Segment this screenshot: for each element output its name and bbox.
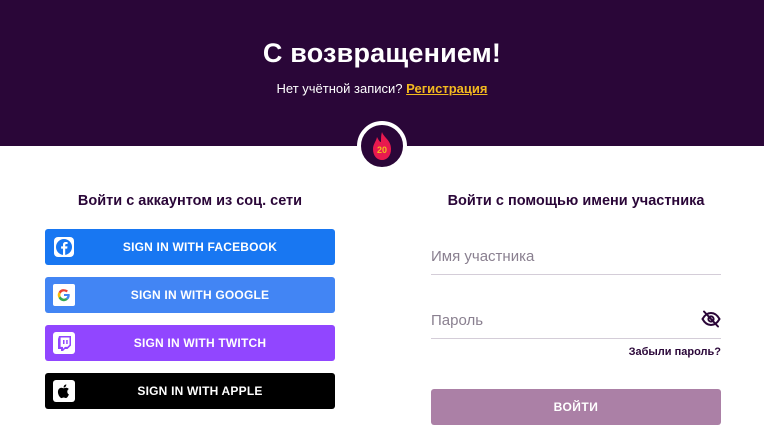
page-title: С возвращением!	[262, 38, 502, 68]
apple-signin-button[interactable]: SIGN IN WITH APPLE	[45, 373, 335, 409]
social-login-heading: Войти с аккаунтом из соц. сети	[77, 193, 303, 209]
facebook-signin-button[interactable]: SIGN IN WITH FACEBOOK	[45, 229, 335, 265]
apple-signin-label: SIGN IN WITH APPLE	[137, 384, 263, 398]
twitch-icon	[53, 332, 75, 354]
username-field	[431, 235, 721, 275]
forgot-password-link[interactable]: Забыли пароль?	[431, 346, 721, 358]
facebook-icon	[53, 236, 75, 258]
username-input[interactable]	[431, 243, 691, 269]
google-icon	[53, 284, 75, 306]
password-input[interactable]	[431, 307, 691, 333]
login-submit-button[interactable]: ВОЙТИ	[431, 389, 721, 425]
badge-level-text: 20	[377, 145, 387, 155]
twitch-signin-label: SIGN IN WITH TWITCH	[133, 336, 267, 350]
twitch-signin-button[interactable]: SIGN IN WITH TWITCH	[45, 325, 335, 361]
username-login-heading: Войти с помощью имени участника	[447, 193, 705, 209]
google-signin-button[interactable]: SIGN IN WITH GOOGLE	[45, 277, 335, 313]
flame-level-icon: 20	[373, 132, 391, 160]
register-prompt: Нет учётной записи? Регистрация	[0, 81, 764, 96]
flame-level-badge: 20	[357, 121, 407, 171]
password-field	[431, 299, 721, 339]
google-signin-label: SIGN IN WITH GOOGLE	[130, 288, 270, 302]
register-link[interactable]: Регистрация	[406, 81, 487, 96]
apple-icon	[53, 380, 75, 402]
eye-slash-icon[interactable]	[701, 310, 721, 328]
facebook-signin-label: SIGN IN WITH FACEBOOK	[122, 240, 278, 254]
no-account-text: Нет учётной записи?	[276, 81, 403, 96]
